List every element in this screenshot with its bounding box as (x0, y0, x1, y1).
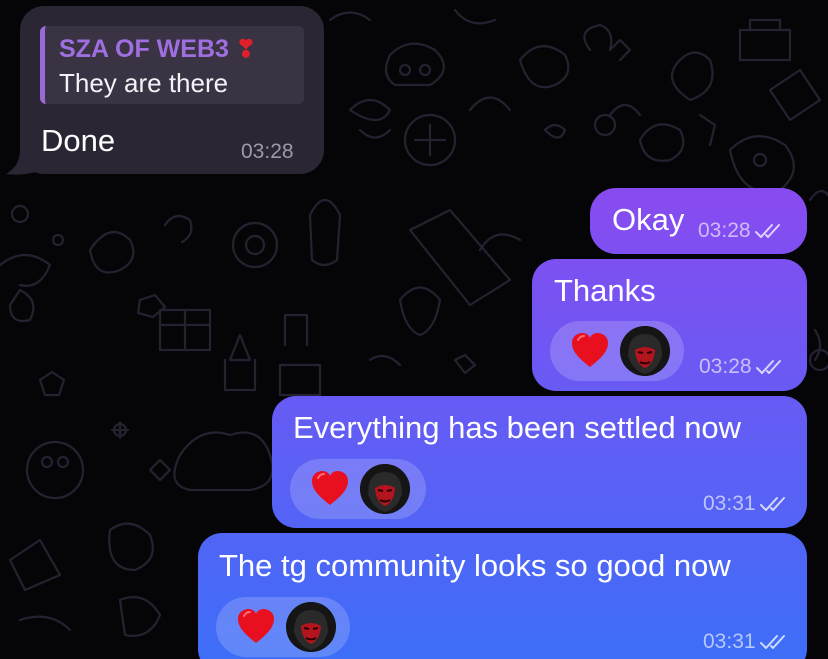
double-check-icon (759, 497, 785, 512)
heart-exclamation-icon: ❣ (235, 36, 256, 63)
message-time: 03:31 (703, 630, 756, 653)
incoming-message-bubble[interactable]: SZA OF WEB3 ❣ They are there Done 03:28 (20, 6, 324, 174)
heart-emoji[interactable] (570, 331, 610, 371)
reply-author: SZA OF WEB3 ❣ (59, 35, 256, 63)
message-time: 03:28 (699, 355, 752, 378)
outgoing-message-bubble[interactable]: Okay 03:28 (590, 188, 807, 254)
message-time: 03:28 (241, 140, 294, 163)
message-text: Done (41, 123, 116, 158)
heart-emoji[interactable] (310, 469, 350, 509)
outgoing-message-bubble[interactable]: Thanks 03:28 (532, 259, 807, 391)
reactions-bar[interactable] (290, 459, 426, 519)
double-check-icon (755, 360, 781, 375)
reply-quote[interactable]: SZA OF WEB3 ❣ They are there (40, 26, 304, 104)
message-text: Everything has been settled now (293, 410, 742, 445)
reactor-avatar[interactable] (286, 602, 336, 652)
reactions-bar[interactable] (216, 597, 350, 657)
message-time-group: 03:31 (703, 630, 789, 654)
reply-text: They are there (59, 68, 229, 98)
outgoing-message-bubble[interactable]: Everything has been settled now 03:31 (272, 396, 807, 528)
reactor-avatar[interactable] (620, 326, 670, 376)
masked-avatar-icon (360, 464, 410, 514)
message-text: Thanks (554, 273, 656, 308)
message-time: 03:31 (703, 492, 756, 515)
double-check-icon (754, 224, 780, 239)
message-time-group: 03:31 (703, 492, 789, 516)
message-text: Okay (612, 202, 685, 237)
message-time: 03:28 (698, 219, 751, 242)
message-text: The tg community looks so good now (219, 548, 731, 583)
message-time-group: 03:28 (698, 219, 784, 243)
heart-emoji[interactable] (236, 607, 276, 647)
message-time-group: 03:28 (699, 355, 785, 379)
outgoing-message-bubble[interactable]: The tg community looks so good now 03:31 (198, 533, 807, 659)
reactions-bar[interactable] (550, 321, 684, 381)
double-check-icon (759, 635, 785, 650)
masked-avatar-icon (620, 326, 670, 376)
reactor-avatar[interactable] (360, 464, 410, 514)
masked-avatar-icon (286, 602, 336, 652)
